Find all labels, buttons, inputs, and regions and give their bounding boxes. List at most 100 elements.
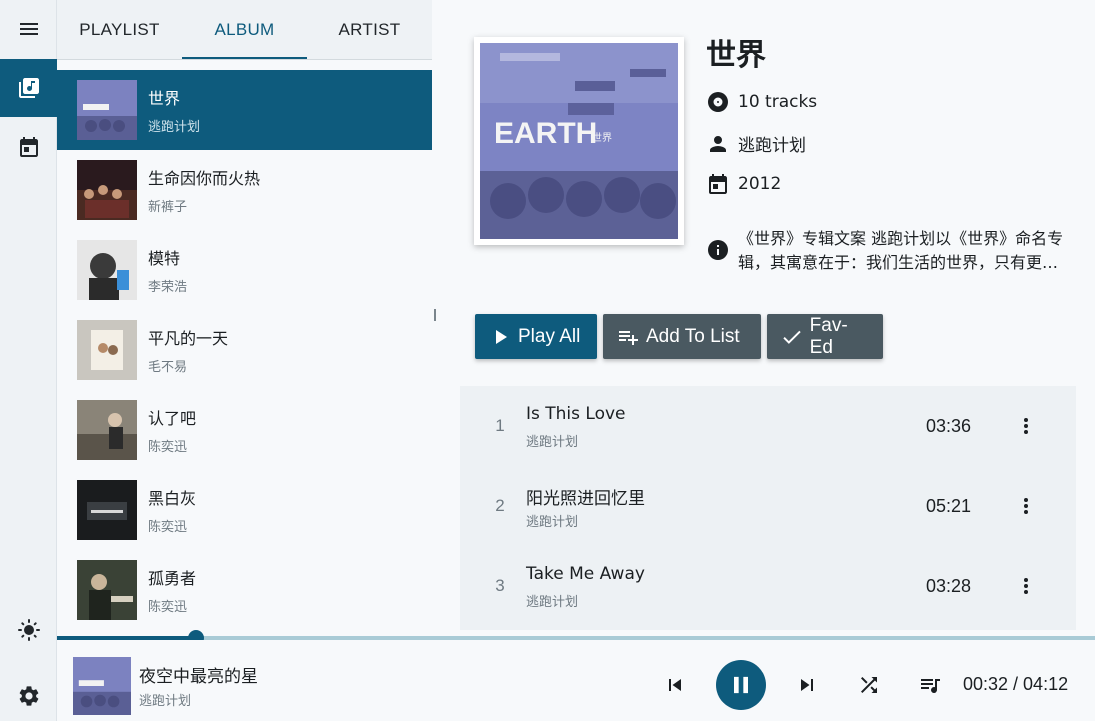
album-name: 世界 [706,38,766,73]
play-pause-button[interactable] [716,660,766,710]
play-all-button[interactable]: Play All [475,314,597,359]
favorite-label: Fav-Ed [809,314,848,358]
skip-previous-icon [669,679,681,691]
play-icon [496,329,507,344]
now-playing-title: 夜空中最亮的星 [139,667,258,687]
album-title: 生命因你而火热 [148,169,261,188]
album-cover-thumb [77,320,137,380]
track-artist: 逃跑计划 [526,595,579,610]
play-all-label: Play All [518,325,581,347]
nav-rail [0,0,57,721]
track-duration: 03:28 [926,575,972,596]
track-menu-button[interactable] [1014,414,1038,438]
favorite-button[interactable]: Fav-Ed [767,314,883,359]
calendar-nav-button[interactable] [0,118,57,176]
calendar-icon [709,174,727,194]
album-cover-thumb [77,160,137,220]
track-duration: 03:36 [926,415,972,436]
settings-icon [19,686,38,706]
more-vert-icon [1024,578,1028,594]
shuffle-button[interactable] [857,673,881,697]
track-row[interactable]: 3 Take Me Away 逃跑计划 03:28 [460,546,1076,626]
album-cover-thumb [77,480,137,540]
track-artist: 逃跑计划 [526,435,579,450]
add-to-list-button[interactable]: Add To List [603,314,761,359]
track-row[interactable]: 1 Is This Love 逃跑计划 03:36 [460,386,1076,466]
album-artist: 陈奕迅 [148,600,188,615]
shuffle-icon [861,677,877,693]
track-artist: 逃跑计划 [526,515,579,530]
album-artist: 逃跑计划 [148,120,201,135]
theme-toggle-button[interactable] [0,601,57,659]
album-title: 孤勇者 [148,569,197,588]
track-menu-button[interactable] [1014,494,1038,518]
track-title: Is This Love [526,404,626,424]
track-count-text: 10 tracks [738,92,818,112]
player-bar: 夜空中最亮的星 逃跑计划 00:32 / 04:12 [57,640,1095,721]
more-vert-icon [1024,418,1028,434]
album-year: 2012 [738,174,782,194]
cover-subtitle-text: 世界 [592,132,612,144]
tab-album[interactable]: ALBUM [182,0,307,59]
track-menu-button[interactable] [1014,574,1038,598]
calendar-icon [19,137,38,157]
album-list-item[interactable]: 黑白灰 陈奕迅 [57,470,432,550]
track-row[interactable]: 2 阳光照进回忆里 逃跑计划 05:21 [460,466,1076,546]
album-detail: EARTH 世界 世界 10 tracks 逃跑计划 2012 《世界》专辑文案… [436,0,1095,630]
album-artist: 毛不易 [148,360,188,375]
queue-button[interactable] [918,673,942,697]
person-icon [710,135,726,152]
album-list-item[interactable]: 孤勇者 陈奕迅 [57,550,432,630]
pause-icon [734,676,748,694]
album-artist: 陈奕迅 [148,520,188,535]
album-year-row: 2012 [706,172,781,196]
menu-icon [19,23,38,35]
album-list-panel: PLAYLIST ALBUM ARTIST 世界 逃跑计划 生命因你而火热 新裤… [57,0,432,630]
album-list-item[interactable]: 世界 逃跑计划 [57,70,432,150]
album-list-item[interactable]: 认了吧 陈奕迅 [57,390,432,470]
tab-artist[interactable]: ARTIST [307,0,432,59]
album-artist-row[interactable]: 逃跑计划 [706,131,806,156]
playback-time: 00:32 / 04:12 [963,674,1069,694]
track-number: 1 [495,416,505,435]
album-title: 世界 [148,89,181,108]
previous-button[interactable] [663,673,687,697]
album-artist: 陈奕迅 [148,440,188,455]
album-cover-thumb [77,400,137,460]
album-list-item[interactable]: 生命因你而火热 新裤子 [57,150,432,230]
now-playing-artist: 逃跑计划 [139,694,192,709]
album-title: 模特 [148,249,181,268]
album-artist: 李荣浩 [148,280,188,295]
settings-button[interactable] [0,667,57,721]
album-list: 世界 逃跑计划 生命因你而火热 新裤子 模特 李荣浩 平凡的一天 毛不易 认了吧… [57,70,432,630]
next-button[interactable] [795,673,819,697]
cover-title-text: EARTH [494,117,597,150]
track-number: 2 [495,496,505,515]
menu-button[interactable] [0,0,57,58]
info-icon [708,240,728,260]
track-list: 1 Is This Love 逃跑计划 03:36 2 阳光照进回忆里 逃跑计划… [460,386,1076,630]
album-actions: Play All Add To List Fav-Ed [475,314,883,359]
album-cover-thumb [77,240,137,300]
album-description: 《世界》专辑文案 逃跑计划以《世界》命名专辑，其寓意在于：我们生活的世界，只有更… [738,229,1064,272]
add-to-list-label: Add To List [646,325,740,347]
disc-icon [708,92,728,112]
tab-bar: PLAYLIST ALBUM ARTIST [57,0,432,60]
album-artist: 新裤子 [148,200,188,215]
album-description-row[interactable]: 《世界》专辑文案 逃跑计划以《世界》命名专辑，其寓意在于：我们生活的世界，只有更… [706,227,1066,275]
library-music-icon [18,78,39,98]
check-icon [783,330,801,344]
album-list-item[interactable]: 模特 李荣浩 [57,230,432,310]
track-title: 阳光照进回忆里 [526,489,645,509]
album-title: 平凡的一天 [148,329,229,348]
album-title: 黑白灰 [148,489,197,508]
album-title: 认了吧 [148,409,197,428]
album-cover: EARTH 世界 [474,37,684,245]
tab-playlist[interactable]: PLAYLIST [57,0,182,59]
library-nav-button[interactable] [0,59,57,117]
now-playing-cover[interactable] [73,657,131,715]
album-list-item[interactable]: 平凡的一天 毛不易 [57,310,432,390]
album-artist-name: 逃跑计划 [738,136,806,156]
playlist-add-icon [619,330,638,345]
album-cover-thumb [77,560,137,620]
